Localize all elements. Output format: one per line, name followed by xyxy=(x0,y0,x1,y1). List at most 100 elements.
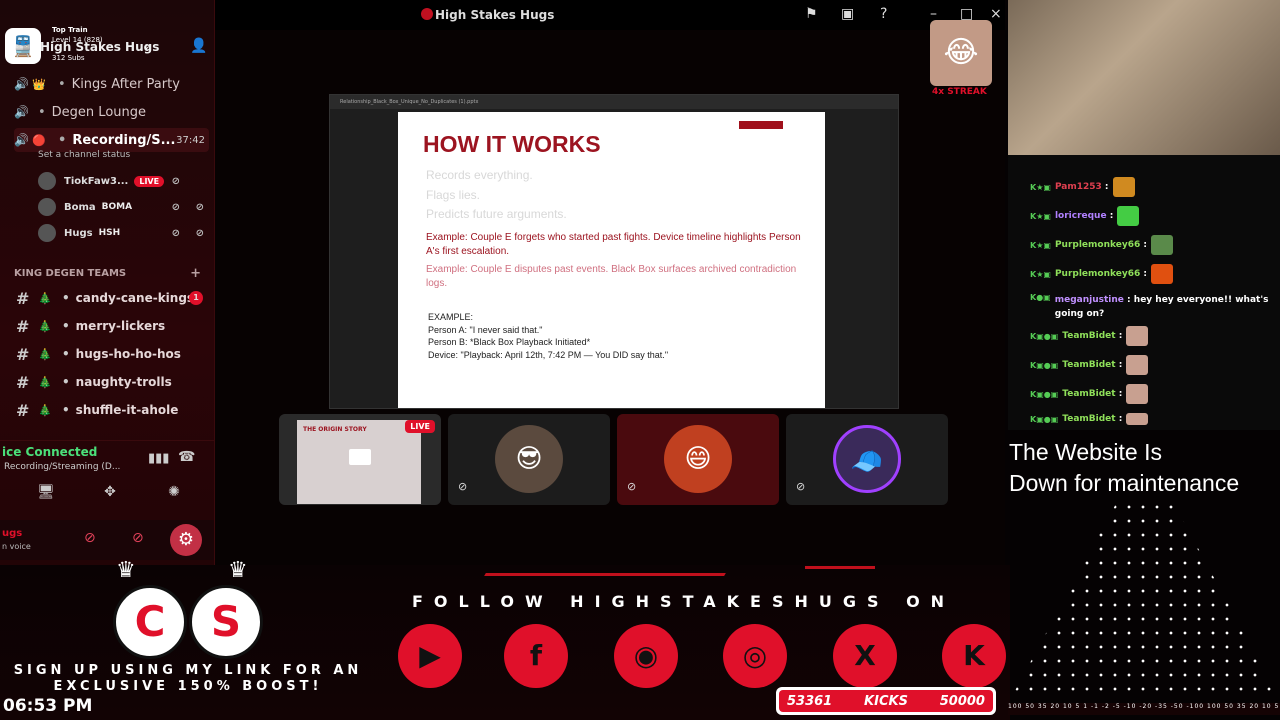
voice-channel-degen-lounge[interactable]: 🔊 • Degen Lounge xyxy=(14,100,209,124)
deafen-icon[interactable]: ⊘ xyxy=(132,530,144,546)
voice-channel-kings-after-party[interactable]: 🔊 👑 • Kings After Party xyxy=(14,72,209,96)
badge-icons: K●▣ xyxy=(1030,293,1051,302)
speaker-icon: 🔊 xyxy=(14,77,29,91)
inbox-icon[interactable]: ▣ xyxy=(841,6,854,22)
participant-tile[interactable]: 😎 ⊘ xyxy=(448,414,610,505)
add-user-icon[interactable]: 👤 xyxy=(190,38,207,54)
badge-icons: K★▣ xyxy=(1030,240,1051,250)
participant-tile[interactable]: 😄 ⊘ xyxy=(617,414,779,505)
voice-connection-panel: ice Connected Recording/Streaming (D... … xyxy=(0,440,214,480)
live-badge: LIVE xyxy=(405,420,435,433)
kicks-label: KICKS xyxy=(864,693,908,709)
slide-example-2: Example: Couple E disputes past events. … xyxy=(426,264,797,289)
hash-icon: # xyxy=(16,400,30,420)
emote xyxy=(1112,177,1135,197)
disconnect-icon[interactable]: ☎ xyxy=(178,449,195,465)
logo-c: C xyxy=(113,585,187,659)
badge-icons: K★▣ xyxy=(1030,211,1051,221)
chat-username: meganjustine xyxy=(1054,295,1124,305)
chevron-down-icon[interactable]: ⌄ xyxy=(142,39,151,52)
muted-icon: ⊘ xyxy=(796,480,806,493)
clock: 06:53 PM xyxy=(3,696,93,716)
avatar: 😎 xyxy=(495,425,563,493)
emote xyxy=(1150,235,1173,255)
participant-tile[interactable]: 🧢 ⊘ xyxy=(786,414,948,505)
screen-share-icon[interactable]: 🖥 xyxy=(20,484,72,506)
muted-icon: ⊘ xyxy=(627,480,637,493)
follow-text: FOLLOW HIGHSTAKESHUGS ON xyxy=(412,592,956,611)
mute-icon[interactable]: ⊘ xyxy=(84,530,96,546)
slide-example-block: EXAMPLE: Person A: "I never said that." … xyxy=(428,311,668,361)
text-channel[interactable]: # 🎄 • shuffle-it-ahole xyxy=(16,397,211,423)
chat-message: K●▣ meganjustine : hey hey everyone!! wha… xyxy=(1030,293,1269,319)
text-channel[interactable]: # 🎄 • merry-lickers xyxy=(16,313,211,339)
emote xyxy=(1126,355,1149,375)
voice-user-name: TiokFaw3... xyxy=(64,175,129,187)
chat-message: K▣●▣ TeamBidet : xyxy=(1030,413,1280,425)
channel-emoji: 🎄 xyxy=(38,319,52,333)
muted-mic-icon: ⊘ xyxy=(171,227,180,239)
voice-channel-recording[interactable]: 🔊 🔴 • Recording/S... 37:42 xyxy=(14,128,209,152)
voice-user[interactable]: Hugs HSH ⊘ ⊘ xyxy=(38,222,210,244)
channel-emoji: 🎄 xyxy=(38,375,52,389)
my-status: n voice xyxy=(2,542,31,551)
chat-username: Purplemonkey66 xyxy=(1054,269,1141,279)
speaker-icon: 🔊 xyxy=(14,133,29,147)
crown-icon: ♛ xyxy=(228,558,248,583)
crown-icon: ♛ xyxy=(116,558,136,583)
facebook-icon: f xyxy=(504,624,568,688)
slide-faded-line: Flags lies. xyxy=(426,188,481,202)
example-line: Device: "Playback: April 12th, 7:42 PM —… xyxy=(428,349,669,360)
channel-status[interactable]: Set a channel status xyxy=(38,150,130,160)
chat-username: TeamBidet xyxy=(1062,389,1116,399)
presentation-titlebar: Relationship_Black_Box_Unique_No_Duplica… xyxy=(330,95,898,109)
chat-username: TeamBidet xyxy=(1062,360,1116,370)
soundboard-icon[interactable]: ✺ xyxy=(148,484,200,506)
activities-icon[interactable]: ✥ xyxy=(84,484,136,506)
server-icon: 🚆 xyxy=(5,28,41,64)
voice-user[interactable]: Boma BOMA ⊘ ⊘ xyxy=(38,196,210,218)
chat-message: K▣●▣ TeamBidet : xyxy=(1030,326,1280,346)
text-channel[interactable]: # 🎄 • candy-cane-kings 1 xyxy=(16,285,211,311)
server-header[interactable]: 🚆 Top Train Level 14 (828) High Stakes H… xyxy=(0,24,214,70)
slide: HOW IT WORKS Records everything. Flags l… xyxy=(398,112,825,408)
chat-username: Pam1253 xyxy=(1054,182,1102,192)
noise-icon[interactable]: ▮▮▮ xyxy=(148,451,169,466)
user-tag: HSH xyxy=(98,228,121,238)
add-channel-icon[interactable]: + xyxy=(190,266,201,281)
text-channel[interactable]: # 🎄 • hugs-ho-ho-hos xyxy=(16,341,211,367)
close-icon[interactable]: × xyxy=(990,6,1002,22)
badge-icons: K★▣ xyxy=(1030,182,1051,192)
hash-icon: # xyxy=(16,344,30,364)
hash-icon: # xyxy=(16,316,30,336)
chat-message: K★▣ loricreque : xyxy=(1030,206,1280,226)
slide-faded-line: Records everything. xyxy=(426,168,533,182)
muted-icon: ⊘ xyxy=(458,480,468,493)
badge-icons: K▣●▣ xyxy=(1030,360,1059,370)
gear-icon[interactable]: ⚙ xyxy=(170,524,202,556)
badge-icons: K★▣ xyxy=(1030,269,1051,279)
stream-tile[interactable]: THE ORIGIN STORY LIVE xyxy=(279,414,441,505)
chat-message: K▣●▣ TeamBidet : xyxy=(1030,355,1280,375)
slide-example-1: Example: Couple E forgets who started pa… xyxy=(426,232,801,257)
facecam: 😂 xyxy=(930,20,992,86)
help-icon[interactable]: ? xyxy=(880,6,887,22)
avatar xyxy=(38,198,56,216)
flag-icon[interactable]: ⚑ xyxy=(805,6,818,22)
badge-icons: K▣●▣ xyxy=(1030,331,1059,341)
youtube-icon: ▶ xyxy=(398,624,462,688)
chat-username: TeamBidet xyxy=(1062,331,1116,341)
category-label: KING DEGEN TEAMS xyxy=(14,268,127,279)
channel-category[interactable]: KING DEGEN TEAMS + xyxy=(14,266,209,281)
call-timer: 37:42 xyxy=(176,134,205,146)
connection-channel[interactable]: Recording/Streaming (D... xyxy=(4,462,120,472)
example-line: EXAMPLE: xyxy=(428,312,474,322)
slide-accent-bar xyxy=(739,121,783,129)
channel-emoji: 👑 xyxy=(32,77,46,91)
discord-icon: ◉ xyxy=(614,624,678,688)
subs-label: 312 Subs xyxy=(52,54,85,62)
voice-user[interactable]: TiokFaw3... LIVE ⊘ xyxy=(38,170,210,192)
voice-channel-label: Degen Lounge xyxy=(51,104,146,120)
text-channel[interactable]: # 🎄 • naughty-trolls xyxy=(16,369,211,395)
muted-mic-icon: ⊘ xyxy=(171,175,180,187)
